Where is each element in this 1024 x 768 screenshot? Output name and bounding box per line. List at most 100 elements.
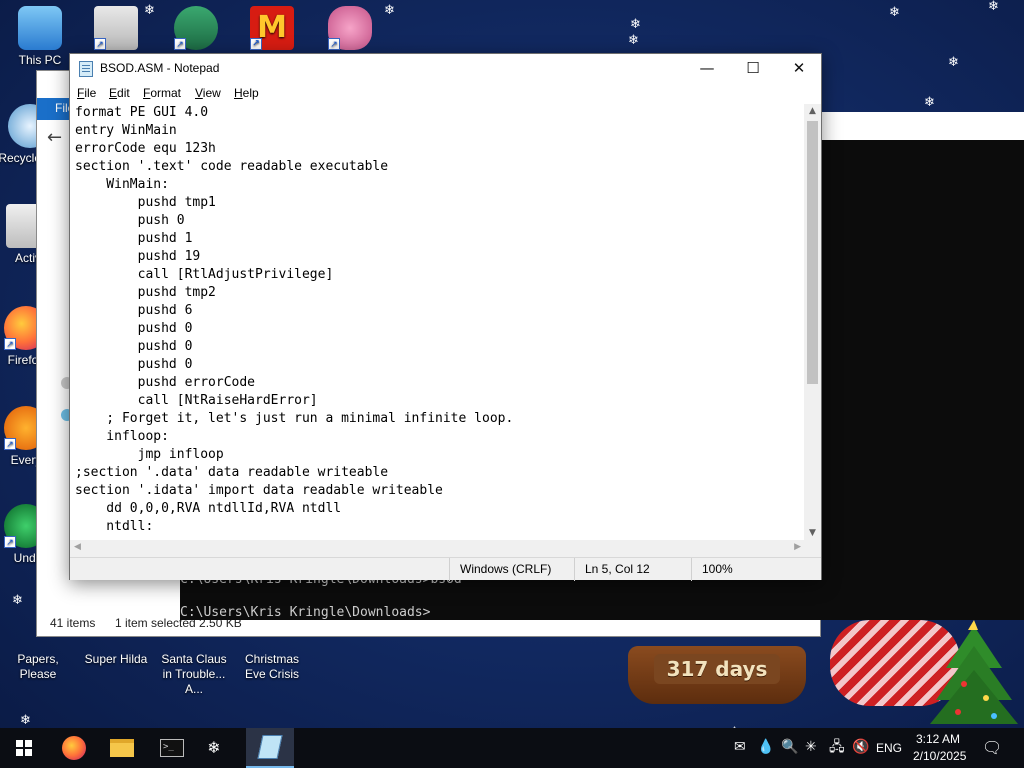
folder-icon (110, 739, 134, 757)
notepad-window[interactable]: BSOD.ASM - Notepad — ☐ ✕ File Edit Forma… (69, 53, 822, 581)
menu-view-accel: V (195, 86, 203, 100)
code-line: pushd 0 (75, 339, 193, 354)
shortcut-arrow-icon: ↗ (4, 536, 16, 548)
shortcut-arrow-icon: ↗ (94, 38, 106, 50)
volume-muted-icon[interactable]: 🔇 (852, 740, 869, 754)
notepad-icon (79, 61, 93, 77)
media-icon: ↗ (94, 6, 138, 50)
shortcut-arrow-icon: ↗ (250, 38, 262, 50)
menu-edit[interactable]: Edit (109, 86, 130, 100)
scroll-up-arrow-icon[interactable]: ▲ (804, 106, 821, 116)
countdown-widget: 317 days (618, 632, 816, 706)
scroll-down-arrow-icon[interactable]: ▼ (804, 528, 821, 538)
firefox-icon (62, 736, 86, 760)
code-line: section '.idata' import data readable wr… (75, 483, 443, 498)
close-button[interactable]: ✕ (776, 54, 822, 83)
desktop-icon-christmas-eve-crisis[interactable]: Christmas Eve Crisis (234, 636, 310, 682)
desktop-icon-super-hilda[interactable]: Super Hilda (78, 636, 154, 667)
code-line: ;section '.data' data readable writeable (75, 465, 389, 480)
game-character-icon: ↗ (174, 6, 218, 50)
command-prompt-icon: >_ (160, 739, 184, 757)
menu-file-label: ile (84, 86, 97, 100)
scroll-left-arrow-icon[interactable]: ◀ (74, 542, 81, 552)
text-editor-area[interactable]: format PE GUI 4.0 entry WinMain errorCode … (70, 104, 805, 540)
menu-help-accel: H (234, 86, 243, 100)
desktop-icon-label: Papers, Please (17, 652, 59, 681)
code-line: entry WinMain (75, 123, 177, 138)
code-line: pushd 0 (75, 357, 193, 372)
taskbar-command-prompt[interactable]: >_ (148, 728, 196, 768)
scrollbar-thumb[interactable] (807, 121, 818, 384)
notepad-icon (257, 735, 283, 759)
taskbar-firefox[interactable] (50, 728, 98, 768)
menu-file[interactable]: File (77, 86, 96, 100)
scrollbar-corner (804, 540, 821, 557)
desktop-icon-media[interactable]: ↗ (78, 6, 154, 53)
code-line: infloop: (75, 429, 169, 444)
minimize-button[interactable]: — (684, 54, 730, 83)
start-button[interactable] (0, 728, 48, 768)
code-line: format PE GUI 4.0 (75, 105, 209, 120)
menu-format[interactable]: Format (143, 86, 181, 100)
menu-edit-label: dit (117, 86, 130, 100)
back-arrow-icon[interactable]: ← (47, 127, 62, 148)
desktop-icon-piggy[interactable]: ↗ (312, 6, 388, 53)
piggy-icon: ↗ (328, 6, 372, 50)
desktop-icon-this-pc[interactable]: This PC (2, 6, 78, 68)
menu-view[interactable]: View (195, 86, 221, 100)
code-line: ; Forget it, let's just run a minimal in… (75, 411, 514, 426)
mcdonalds-icon: M ↗ (250, 6, 294, 50)
line-ending-status: Windows (CRLF) (449, 558, 551, 581)
menu-bar: File Edit Format View Help (70, 83, 821, 104)
tray-drop-icon[interactable]: 💧 (757, 740, 774, 754)
zoom-status: 100% (691, 558, 733, 581)
snow-app-icon: ❄ (207, 738, 221, 757)
desktop-icon-label: This PC (18, 53, 62, 67)
clock-time[interactable]: 3:12 AM (916, 732, 960, 746)
taskbar-notepad[interactable] (246, 728, 294, 768)
desktop-icon-mcdonalds[interactable]: M ↗ (234, 6, 310, 53)
tray-search-icon[interactable]: 🔍 (781, 740, 798, 754)
tray-app-icon[interactable]: ✉ (734, 740, 746, 754)
shortcut-arrow-icon: ↗ (328, 38, 340, 50)
menu-view-label: iew (202, 86, 221, 100)
code-line: section '.text' code readable executable (75, 159, 389, 174)
item-count: 41 items (50, 616, 96, 630)
notepad-status-bar: Windows (CRLF) Ln 5, Col 12 100% (70, 557, 821, 581)
desktop-icon-game[interactable]: ↗ (158, 6, 234, 53)
action-center-icon[interactable]: 🗨 (982, 740, 1002, 756)
scroll-right-arrow-icon[interactable]: ▶ (794, 542, 801, 552)
menu-format-label: ormat (150, 86, 182, 100)
windows-logo-icon (16, 740, 32, 756)
code-line: ntdll: (75, 519, 154, 534)
code-line: pushd errorCode (75, 375, 256, 390)
taskbar-snow-app[interactable]: ❄ (190, 728, 238, 768)
network-icon[interactable]: 🖧 (829, 740, 845, 754)
notepad-titlebar[interactable]: BSOD.ASM - Notepad — ☐ ✕ (70, 54, 821, 83)
taskbar-file-explorer[interactable] (98, 728, 146, 768)
code-line: jmp infloop (75, 447, 224, 462)
code-line: pushd 0 (75, 321, 193, 336)
clock-date[interactable]: 2/10/2025 (913, 749, 966, 763)
window-title: BSOD.ASM - Notepad (100, 61, 220, 75)
desktop-icon-label: Super Hilda (84, 652, 148, 666)
vertical-scrollbar[interactable]: ▲ ▼ (804, 104, 821, 540)
desktop-icon-label: Santa Claus in Trouble... A... (161, 652, 227, 696)
tray-snowflake-icon[interactable]: ✳ (805, 740, 817, 754)
maximize-button[interactable]: ☐ (730, 54, 776, 83)
menu-help[interactable]: Help (234, 86, 259, 100)
language-indicator[interactable]: ENG (876, 741, 902, 755)
desktop-icon-papers-please[interactable]: Papers, Please (0, 636, 76, 682)
menu-edit-accel: E (109, 86, 118, 100)
code-line: call [RtlAdjustPrivilege] (75, 267, 334, 282)
cmd-prompt-line[interactable]: C:\Users\Kris Kringle\Downloads> (180, 605, 430, 620)
horizontal-scrollbar[interactable]: ◀ ▶ (70, 540, 805, 557)
christmas-tree-icon (930, 620, 1018, 724)
cursor-position-status: Ln 5, Col 12 (574, 558, 650, 581)
desktop-icon-santa-claus[interactable]: Santa Claus in Trouble... A... (156, 636, 232, 697)
taskbar: >_ ❄ ✉ 💧 🔍 ✳ 🖧 🔇 ENG 3:12 AM 2/10/2025 🗨 (0, 728, 1024, 768)
code-line: pushd 1 (75, 231, 193, 246)
computer-icon (18, 6, 62, 50)
desktop-icon-label: Christmas Eve Crisis (244, 652, 299, 681)
shortcut-arrow-icon: ↗ (4, 338, 16, 350)
